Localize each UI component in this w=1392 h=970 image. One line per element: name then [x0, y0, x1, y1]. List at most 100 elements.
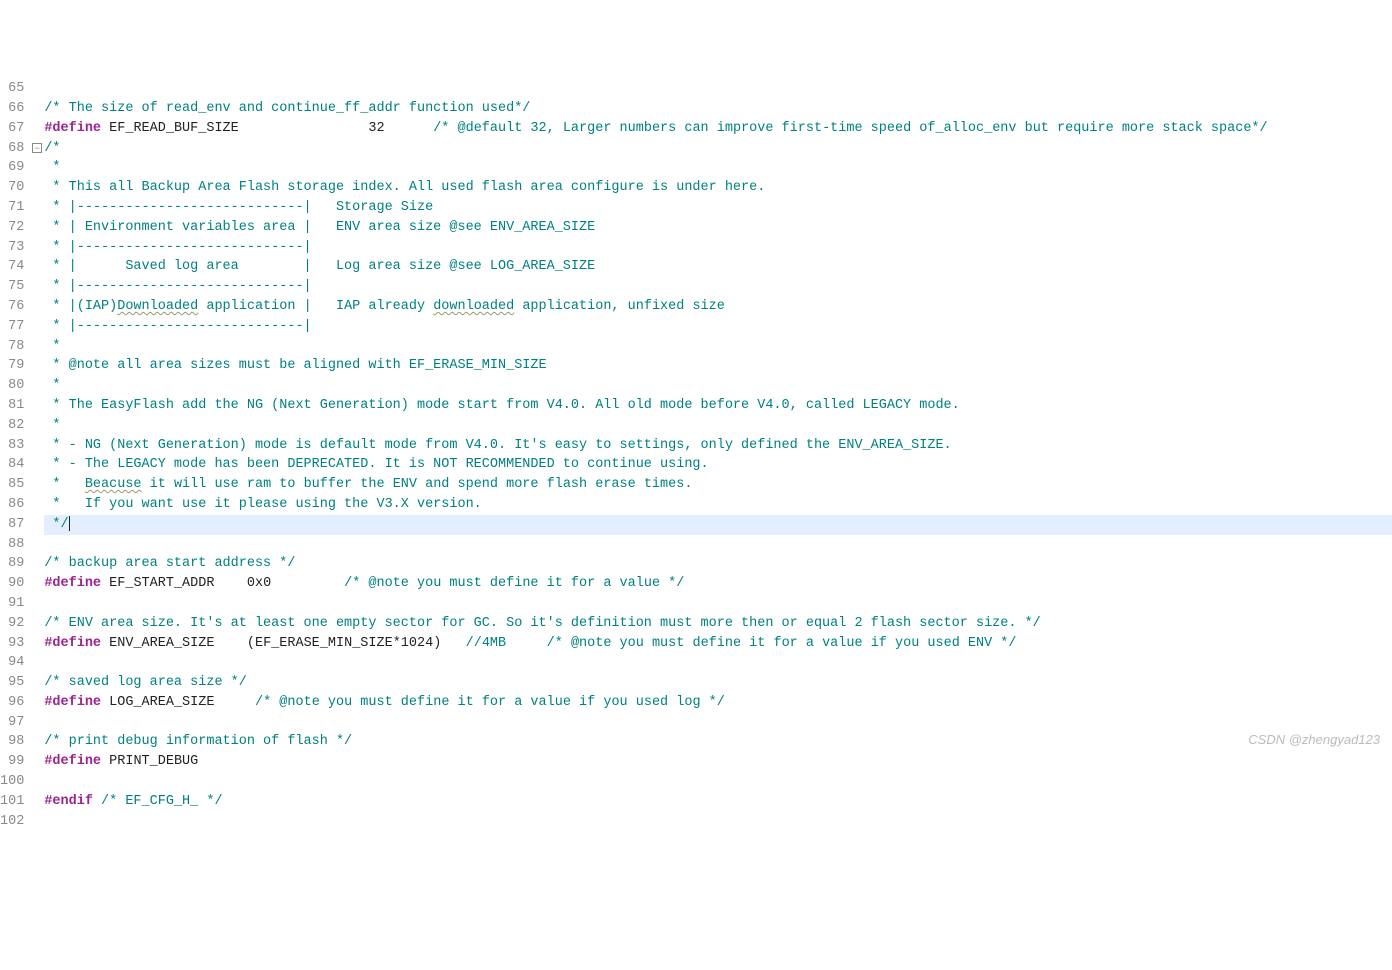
code-line[interactable]: /* ENV area size. It's at least one empt…	[44, 614, 1392, 634]
token-comment: application | IAP already	[198, 299, 433, 314]
token-preproc: #define	[44, 636, 101, 651]
line-number: 96	[0, 693, 24, 713]
code-line[interactable]	[44, 713, 1392, 733]
code-line[interactable]: * |----------------------------| Storage…	[44, 198, 1392, 218]
token-comment: *	[44, 378, 60, 393]
code-line[interactable]: * |----------------------------|	[44, 317, 1392, 337]
code-line[interactable]: #define PRINT_DEBUG	[44, 752, 1392, 772]
code-line[interactable]: * |----------------------------|	[44, 238, 1392, 258]
token-plain	[101, 576, 109, 591]
token-comment: /* The size of read_env and continue_ff_…	[44, 101, 530, 116]
code-line[interactable]: #define EF_START_ADDR 0x0 /* @note you m…	[44, 574, 1392, 594]
code-line[interactable]	[44, 535, 1392, 555]
fold-cell	[32, 614, 44, 634]
fold-cell	[32, 752, 44, 772]
fold-cell	[32, 337, 44, 357]
code-line[interactable]: * - NG (Next Generation) mode is default…	[44, 436, 1392, 456]
token-comment: *	[44, 477, 85, 492]
code-line[interactable]: #define LOG_AREA_SIZE /* @note you must …	[44, 693, 1392, 713]
fold-cell	[32, 455, 44, 475]
fold-cell	[32, 158, 44, 178]
code-line[interactable]	[44, 772, 1392, 792]
code-line[interactable]: * This all Backup Area Flash storage ind…	[44, 178, 1392, 198]
code-line[interactable]: * | Saved log area | Log area size @see …	[44, 257, 1392, 277]
token-comment: //4MB /* @note you must define it for a …	[466, 636, 1017, 651]
code-line[interactable]: *	[44, 337, 1392, 357]
line-number: 92	[0, 614, 24, 634]
fold-cell	[32, 297, 44, 317]
fold-cell	[32, 515, 44, 535]
fold-collapse-icon[interactable]: −	[32, 143, 42, 153]
code-line[interactable]: #define EF_READ_BUF_SIZE 32 /* @default …	[44, 119, 1392, 139]
line-number: 97	[0, 713, 24, 733]
token-comment: */	[44, 517, 68, 532]
line-number: 90	[0, 574, 24, 594]
line-number: 94	[0, 653, 24, 673]
code-editor[interactable]: 6566676869707172737475767778798081828384…	[0, 79, 1392, 831]
token-comment: *	[44, 339, 60, 354]
token-preproc: #define	[44, 576, 101, 591]
line-number: 91	[0, 594, 24, 614]
line-number: 95	[0, 673, 24, 693]
token-comment: * |----------------------------| Storage…	[44, 200, 433, 215]
code-line[interactable]: * |----------------------------|	[44, 277, 1392, 297]
code-line[interactable]: *	[44, 416, 1392, 436]
code-line[interactable]	[44, 812, 1392, 832]
code-line[interactable]: #define ENV_AREA_SIZE (EF_ERASE_MIN_SIZE…	[44, 634, 1392, 654]
code-line[interactable]	[44, 79, 1392, 99]
token-comment: /* @note you must define it for a value …	[344, 576, 684, 591]
fold-cell	[32, 594, 44, 614]
code-line[interactable]: * @note all area sizes must be aligned w…	[44, 356, 1392, 376]
token-plain	[101, 695, 109, 710]
fold-cell	[32, 376, 44, 396]
token-ident: PRINT_DEBUG	[109, 754, 198, 769]
code-line[interactable]: * Beacuse it will use ram to buffer the …	[44, 475, 1392, 495]
fold-cell	[32, 416, 44, 436]
line-number: 68	[0, 139, 24, 159]
fold-cell	[32, 574, 44, 594]
code-line[interactable]: * |(IAP)Downloaded application | IAP alr…	[44, 297, 1392, 317]
code-line[interactable]: #endif /* EF_CFG_H_ */	[44, 792, 1392, 812]
code-line[interactable]: /* The size of read_env and continue_ff_…	[44, 99, 1392, 119]
line-number: 81	[0, 396, 24, 416]
code-line[interactable]: /* print debug information of flash */	[44, 732, 1392, 752]
line-number: 65	[0, 79, 24, 99]
token-comment: * The EasyFlash add the NG (Next Generat…	[44, 398, 959, 413]
token-comment: *	[44, 160, 60, 175]
line-number: 79	[0, 356, 24, 376]
line-number: 76	[0, 297, 24, 317]
code-line[interactable]: * If you want use it please using the V3…	[44, 495, 1392, 515]
code-line[interactable]	[44, 653, 1392, 673]
line-number: 87	[0, 515, 24, 535]
token-comment: downloaded	[433, 299, 514, 314]
line-number: 75	[0, 277, 24, 297]
code-line[interactable]: *	[44, 158, 1392, 178]
line-number: 67	[0, 119, 24, 139]
token-comment: * - NG (Next Generation) mode is default…	[44, 438, 951, 453]
line-number: 66	[0, 99, 24, 119]
fold-cell	[32, 475, 44, 495]
code-line[interactable]: */	[44, 515, 1392, 535]
code-line[interactable]: * | Environment variables area | ENV are…	[44, 218, 1392, 238]
code-line[interactable]	[44, 594, 1392, 614]
token-comment: * - The LEGACY mode has been DEPRECATED.…	[44, 457, 708, 472]
code-area[interactable]: /* The size of read_env and continue_ff_…	[44, 79, 1392, 831]
code-line[interactable]: *	[44, 376, 1392, 396]
line-number: 71	[0, 198, 24, 218]
token-ident: EF_START_ADDR	[109, 576, 214, 591]
fold-cell	[32, 277, 44, 297]
code-line[interactable]: * The EasyFlash add the NG (Next Generat…	[44, 396, 1392, 416]
fold-cell[interactable]: −	[32, 139, 44, 159]
line-number: 100	[0, 772, 24, 792]
token-plain: 0x0	[214, 576, 344, 591]
token-plain	[93, 794, 101, 809]
code-line[interactable]: /*	[44, 139, 1392, 159]
code-line[interactable]: /* saved log area size */	[44, 673, 1392, 693]
code-line[interactable]: * - The LEGACY mode has been DEPRECATED.…	[44, 455, 1392, 475]
line-number: 85	[0, 475, 24, 495]
fold-cell	[32, 356, 44, 376]
code-line[interactable]: /* backup area start address */	[44, 554, 1392, 574]
fold-cell	[32, 495, 44, 515]
token-comment: Beacuse	[85, 477, 142, 492]
fold-cell	[32, 713, 44, 733]
